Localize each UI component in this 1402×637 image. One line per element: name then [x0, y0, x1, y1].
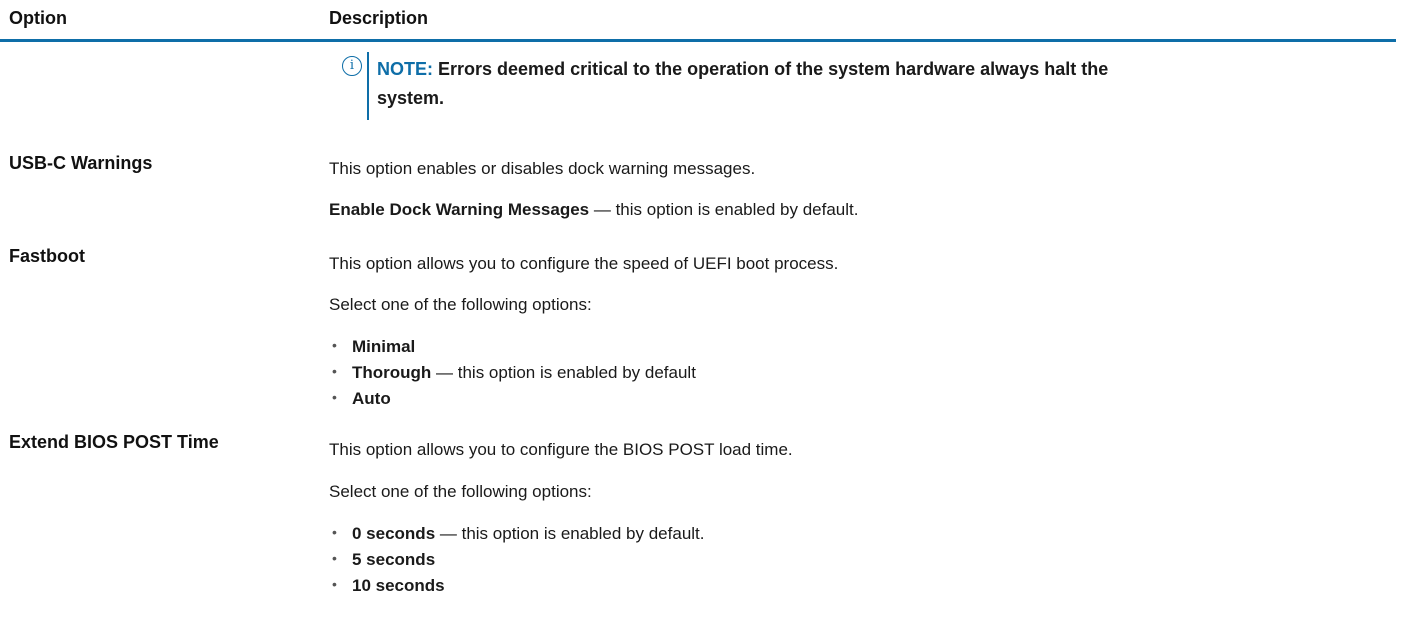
info-icon: i: [342, 56, 362, 76]
choice-suffix: — this option is enabled by default.: [435, 524, 705, 543]
note-divider: [367, 52, 369, 120]
choice-name: 5 seconds: [352, 550, 436, 569]
setting-suffix: — this option is enabled by default.: [589, 200, 859, 219]
choice-name: Auto: [352, 389, 391, 408]
header-description: Description: [329, 8, 429, 28]
bullet-icon: •: [332, 363, 337, 379]
header-divider: [0, 39, 1396, 42]
choice-name: 0 seconds: [352, 524, 436, 543]
note-body-line2: system.: [377, 88, 445, 108]
setting-name: Enable Dock Warning Messages: [329, 200, 590, 219]
bios-options-table: Option Description i NOTE: Errors deemed…: [0, 0, 1402, 637]
description-extend-bios-post-time: This option allows you to configure the …: [329, 440, 793, 459]
note-label: NOTE:: [377, 59, 433, 79]
note-body-line1: Errors deemed critical to the operation …: [438, 59, 1109, 79]
note-text: NOTE: Errors deemed critical to the oper…: [377, 55, 1367, 113]
bullet-icon: •: [332, 576, 337, 592]
table-header: Option Description: [0, 0, 1402, 42]
bullet-icon: •: [332, 524, 337, 540]
option-fastboot: Fastboot: [9, 246, 85, 266]
choice-name: 10 seconds: [352, 576, 445, 595]
bullet-icon: •: [332, 337, 337, 353]
bullet-icon: •: [332, 389, 337, 405]
choice-name: Minimal: [352, 337, 416, 356]
header-option: Option: [9, 8, 67, 28]
prompt-fastboot: Select one of the following options:: [329, 295, 592, 314]
prompt-extend-bios-post-time: Select one of the following options:: [329, 482, 592, 501]
choice-suffix: — this option is enabled by default: [431, 363, 696, 382]
setting-usb-c-warnings: Enable Dock Warning Messages — this opti…: [329, 200, 858, 220]
option-usb-c-warnings: USB-C Warnings: [9, 153, 153, 173]
option-extend-bios-post-time: Extend BIOS POST Time: [9, 432, 219, 452]
choice-name: Thorough: [352, 363, 432, 382]
bullet-icon: •: [332, 550, 337, 566]
description-fastboot: This option allows you to configure the …: [329, 254, 839, 273]
description-usb-c-warnings: This option enables or disables dock war…: [329, 159, 756, 178]
